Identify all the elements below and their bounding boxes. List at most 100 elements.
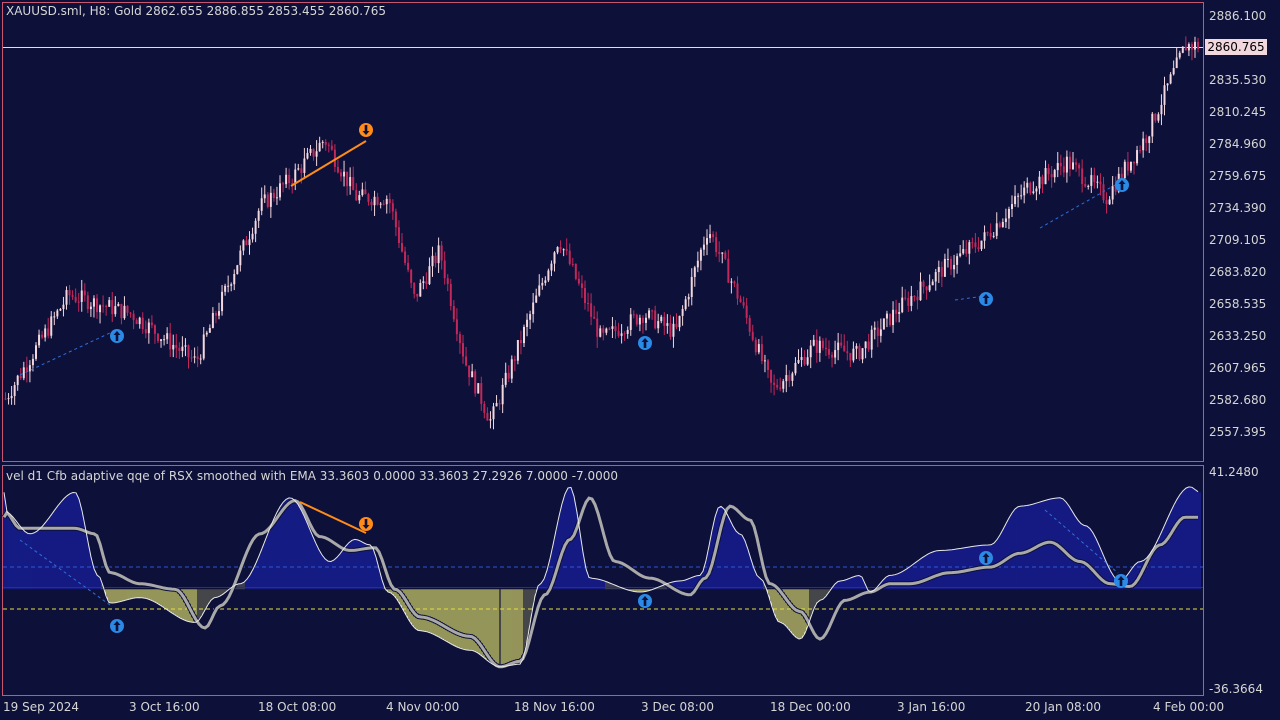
candle-body — [489, 419, 492, 421]
candle-body — [236, 265, 239, 274]
candle-body — [526, 319, 529, 327]
candle-body — [1072, 162, 1074, 170]
candle-body — [477, 383, 480, 394]
candle-body — [885, 313, 888, 319]
time-tick-label: 18 Oct 08:00 — [258, 700, 337, 714]
candle-body — [858, 345, 861, 360]
candle-body — [559, 247, 562, 250]
candle-body — [166, 333, 169, 340]
candle-body — [782, 381, 785, 389]
price-tick-label: 2835.530 — [1209, 73, 1267, 87]
sell-arrow-icon — [359, 123, 373, 137]
candle-body — [1032, 191, 1035, 193]
candle-body — [568, 250, 571, 264]
candle-body — [89, 306, 92, 310]
candle-body — [553, 252, 556, 264]
candle-body — [263, 194, 266, 199]
price-tick-label: 2582.680 — [1209, 393, 1267, 407]
candle-body — [254, 220, 257, 234]
candle-body — [821, 340, 824, 348]
candle-body — [401, 243, 403, 252]
time-tick-label: 3 Oct 16:00 — [129, 700, 200, 714]
candle-body — [452, 306, 455, 320]
buy-arrow-icon — [638, 336, 652, 350]
candle-body — [193, 356, 196, 358]
candle-body — [211, 312, 214, 328]
candle-body — [44, 328, 47, 338]
candle-body — [690, 276, 693, 297]
candle-body — [916, 296, 919, 301]
candle-body — [968, 242, 971, 254]
candle-body — [696, 260, 699, 268]
candle-body — [617, 331, 620, 336]
candle-body — [672, 323, 675, 337]
candle-body — [779, 387, 782, 389]
candle-body — [352, 177, 355, 191]
candle-body — [35, 345, 37, 359]
candle-body — [404, 251, 407, 263]
candle-body — [965, 249, 968, 254]
candle-body — [565, 249, 568, 251]
candle-body — [837, 342, 840, 351]
candle-body — [77, 301, 80, 303]
candle-body — [336, 166, 339, 173]
candle-body — [538, 285, 541, 296]
candle-body — [1187, 44, 1190, 51]
candle-body — [931, 281, 934, 286]
chart-canvas[interactable] — [0, 0, 1280, 720]
indicator-trend-dashes — [19, 509, 1119, 606]
candle-body — [196, 356, 199, 359]
candle-body — [861, 348, 864, 360]
candle-body — [501, 384, 504, 405]
candle-body — [1172, 68, 1175, 75]
candle-body — [1087, 185, 1090, 187]
candle-body — [153, 325, 156, 334]
candle-body — [361, 189, 364, 196]
candle-body — [727, 258, 730, 283]
time-tick-label: 3 Jan 16:00 — [897, 700, 966, 714]
candle-body — [510, 359, 513, 379]
candle-body — [715, 237, 718, 253]
candle-body — [141, 317, 144, 330]
candle-body — [129, 312, 132, 314]
candle-body — [669, 323, 672, 337]
candle-body — [407, 262, 410, 270]
candle-body — [1004, 218, 1007, 222]
candle-body — [824, 347, 827, 350]
candle-body — [831, 354, 834, 358]
buy-arrow-icon — [979, 292, 993, 306]
indicator-max-label: 41.2480 — [1209, 465, 1259, 479]
candle-body — [397, 227, 400, 244]
candle-body — [724, 252, 727, 259]
candle-body — [474, 371, 477, 394]
candle-body — [370, 201, 373, 206]
candle-body — [83, 290, 86, 296]
candle-body — [593, 316, 596, 319]
candle-body — [1157, 114, 1160, 121]
candle-body — [1056, 162, 1059, 171]
candlestick-series — [4, 36, 1200, 430]
candle-body — [13, 385, 16, 397]
candle-body — [562, 249, 565, 251]
candle-body — [184, 345, 187, 347]
candle-body — [1136, 150, 1139, 164]
candle-body — [132, 313, 135, 321]
candle-body — [68, 290, 71, 296]
candle-body — [950, 258, 952, 270]
candle-body — [41, 334, 44, 338]
price-tick-label: 2759.675 — [1209, 169, 1267, 183]
candle-body — [1068, 156, 1071, 170]
candle-body — [230, 284, 233, 286]
candle-body — [358, 195, 361, 201]
candle-body — [901, 297, 904, 313]
candle-body — [282, 183, 285, 185]
indicator-min-label: -36.3664 — [1209, 682, 1263, 696]
candle-body — [205, 332, 208, 335]
candle-body — [257, 210, 260, 221]
candle-body — [218, 311, 220, 316]
candle-body — [608, 328, 611, 330]
candle-body — [907, 298, 910, 306]
candle-body — [809, 345, 812, 358]
candle-body — [1099, 181, 1102, 185]
candle-body — [330, 145, 333, 150]
